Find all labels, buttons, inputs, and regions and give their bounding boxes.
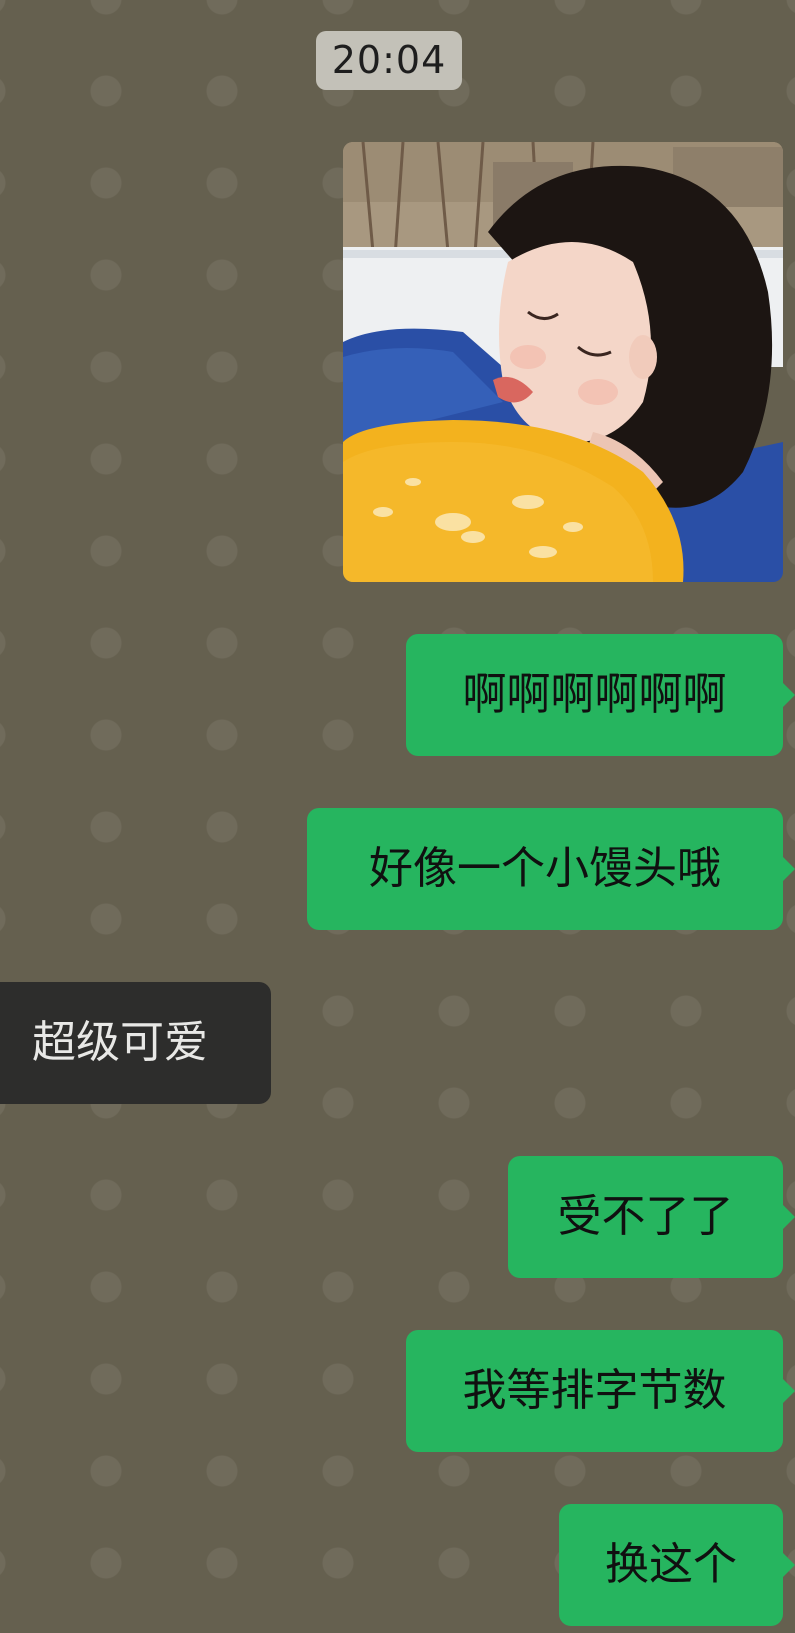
message-bubble-outgoing[interactable]: 我等排字节数 <box>406 1330 795 1452</box>
timestamp-badge: 20:04 <box>316 31 462 90</box>
message-bubble-outgoing[interactable]: 好像一个小馒头哦 <box>307 808 795 930</box>
message-bubble-outgoing[interactable]: 受不了了 <box>508 1156 795 1278</box>
photo-image <box>343 142 783 582</box>
message-bubble-outgoing[interactable]: 换这个 <box>559 1504 795 1626</box>
photo-message[interactable] <box>343 142 783 582</box>
message-bubble-outgoing[interactable]: 啊啊啊啊啊啊 <box>406 634 795 756</box>
message-bubble-incoming[interactable]: 超级可爱 <box>0 982 271 1104</box>
